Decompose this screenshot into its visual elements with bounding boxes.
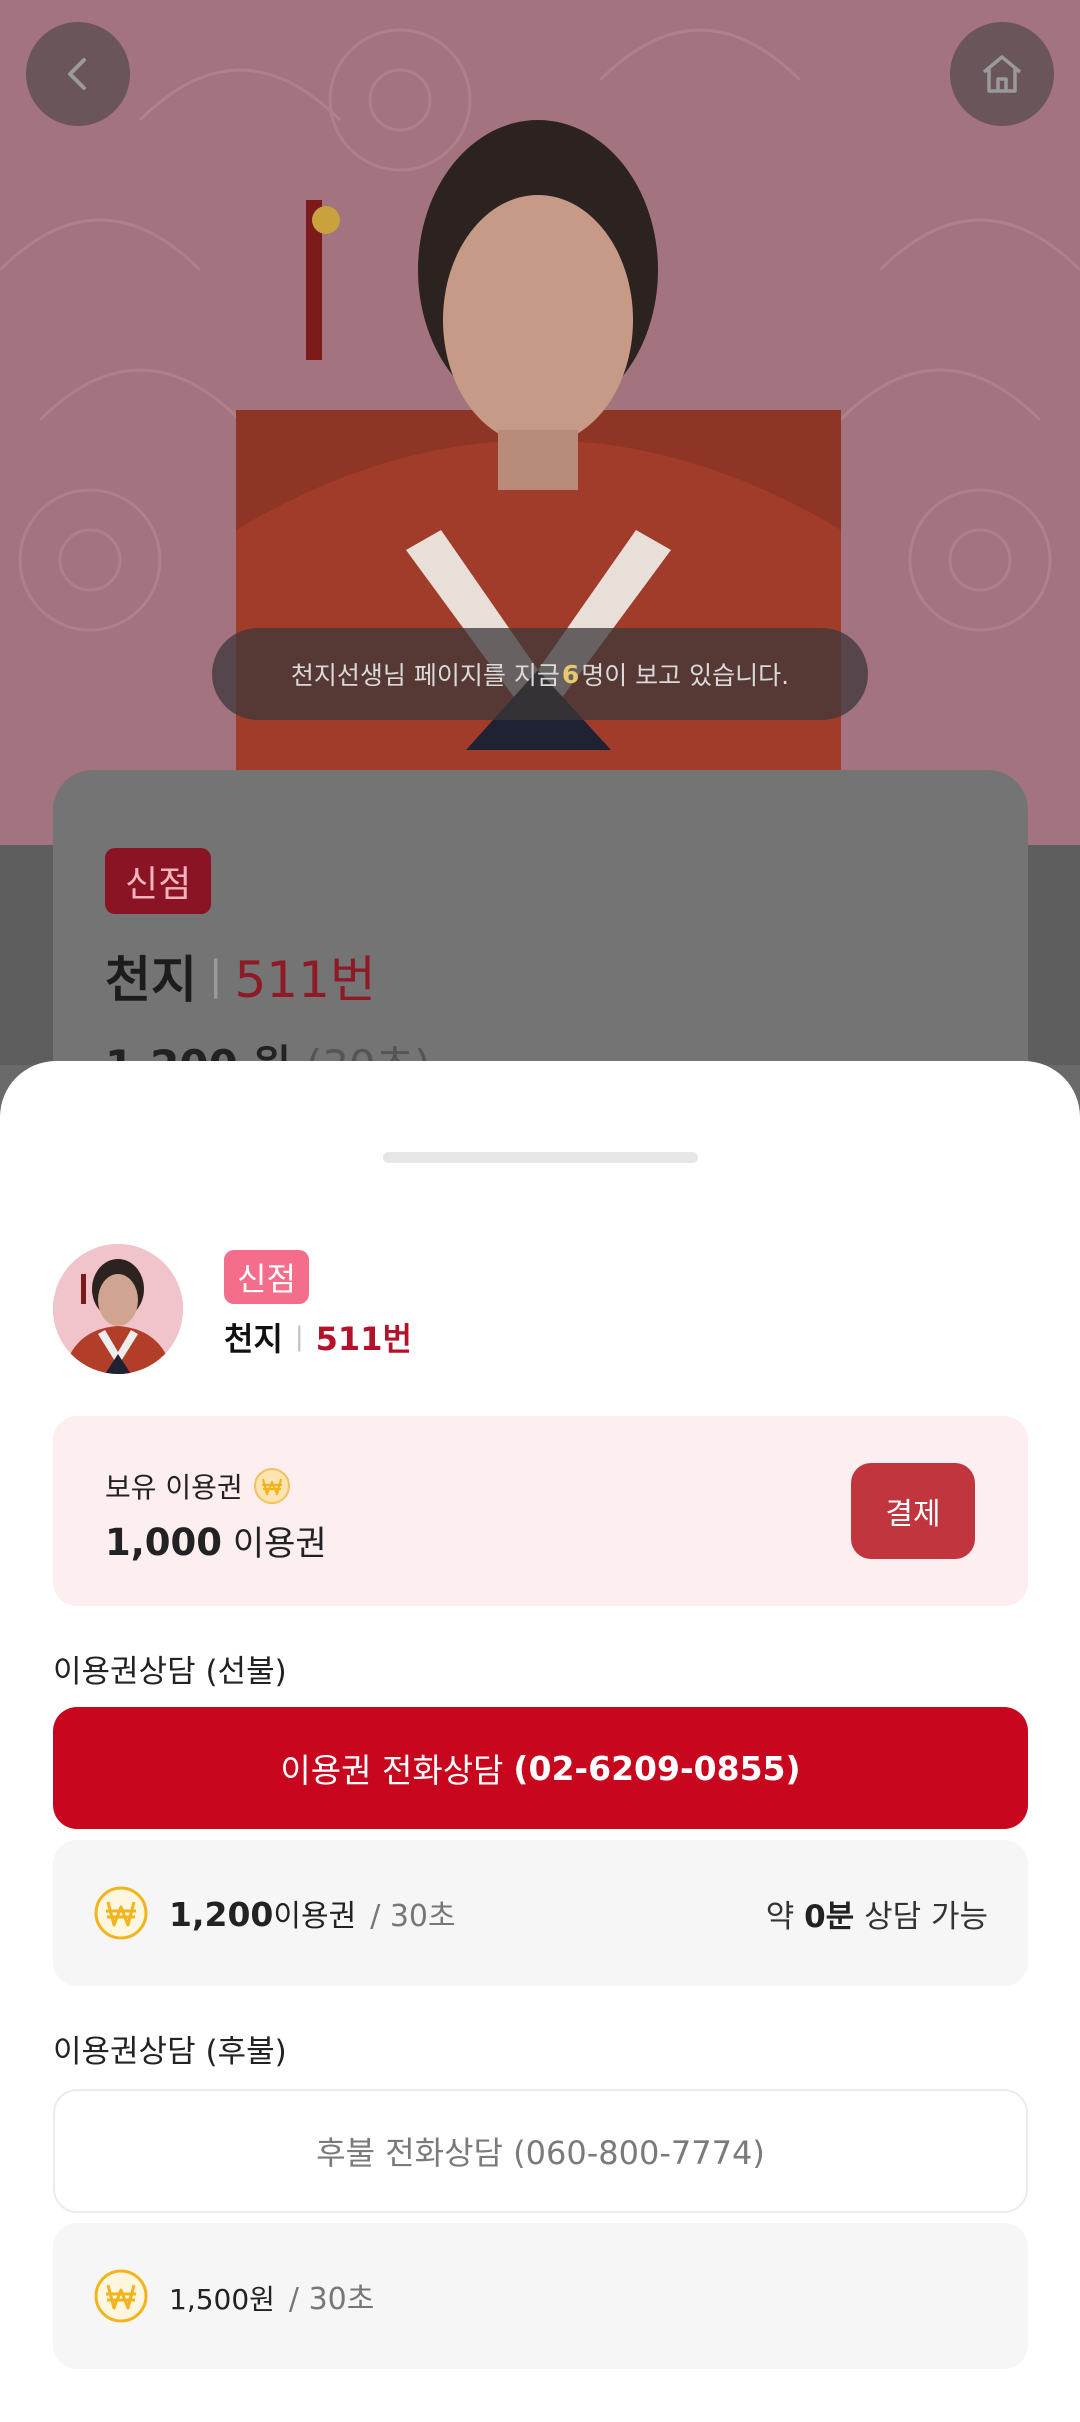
- counselor-info-card: 신점 천지 | 511번 1,200 원 (30초): [53, 770, 1028, 1100]
- postpaid-rate-box: 1,500원 / 30초: [53, 2223, 1028, 2369]
- viewer-text-after: 명이 보고 있습니다.: [581, 661, 790, 690]
- postpaid-call-button[interactable]: 후불 전화상담 (060-800-7774): [53, 2089, 1028, 2213]
- category-badge: 신점: [224, 1250, 309, 1304]
- postpaid-section-title: 이용권상담 (후불): [53, 2034, 287, 2070]
- profile-hero: 천지선생님 페이지를 지금 6 명이 보고 있습니다.: [0, 0, 1080, 845]
- avatar: [53, 1244, 183, 1374]
- prepaid-section-title: 이용권상담 (선불): [53, 1654, 287, 1690]
- prepaid-rate-per: / 30초: [370, 1899, 456, 1934]
- balance-value: 1,000 이용권: [105, 1516, 327, 1565]
- back-button[interactable]: [26, 22, 130, 126]
- back-icon: [68, 58, 86, 90]
- prepaid-rate-box: 1,200 이용권 / 30초 약 0분 상담 가능: [53, 1840, 1028, 1986]
- divider: |: [209, 953, 223, 999]
- pay-button[interactable]: 결제: [851, 1463, 975, 1559]
- viewer-count-notice: 천지선생님 페이지를 지금 6 명이 보고 있습니다.: [212, 628, 868, 720]
- prepaid-call-label: 이용권 전화상담: [280, 1751, 504, 1790]
- available-time: 약 0분 상담 가능: [766, 1891, 988, 1936]
- category-badge: 신점: [105, 848, 212, 914]
- coin-icon: [94, 2269, 148, 2323]
- avatar-portrait: [53, 1244, 183, 1374]
- avail-prefix: 약: [765, 1898, 795, 1935]
- viewer-text-before: 천지선생님 페이지를 지금: [290, 661, 560, 690]
- coin-icon: [253, 1468, 290, 1504]
- balance-unit: 이용권: [232, 1524, 327, 1564]
- consultation-bottom-sheet: 신점 천지 | 511번 보유 이용권 1,000 이용권 결제 이용권상담 (…: [0, 1061, 1080, 2422]
- coin-icon: [94, 1886, 148, 1940]
- counselor-name-row: 천지 | 511번: [224, 1314, 412, 1360]
- home-icon: [982, 55, 1022, 93]
- counselor-name: 천지: [105, 951, 197, 1009]
- prepaid-call-button[interactable]: 이용권 전화상담 (02-6209-0855): [53, 1707, 1028, 1829]
- divider: |: [294, 1322, 304, 1352]
- balance-label: 보유 이용권: [105, 1471, 243, 1504]
- balance-amount: 1,000: [105, 1521, 223, 1564]
- counselor-number: 511번: [234, 951, 376, 1009]
- voucher-balance-box: 보유 이용권 1,000 이용권 결제: [53, 1416, 1028, 1606]
- sheet-drag-handle[interactable]: [383, 1152, 698, 1163]
- prepaid-rate: 1,200 이용권 / 30초: [169, 1891, 456, 1935]
- postpaid-rate-amount: 1,500원: [169, 2283, 275, 2316]
- counselor-name: 천지: [224, 1320, 283, 1358]
- avail-suffix: 상담 가능: [864, 1898, 988, 1935]
- counselor-name-row: 천지 | 511번: [105, 940, 376, 1012]
- viewer-count: 6: [561, 659, 580, 689]
- home-button[interactable]: [950, 22, 1054, 126]
- prepaid-rate-unit: 이용권: [273, 1899, 357, 1934]
- prepaid-call-number: (02-6209-0855): [513, 1748, 801, 1788]
- balance-label-row: 보유 이용권: [105, 1466, 291, 1506]
- prepaid-rate-amount: 1,200: [169, 1895, 274, 1934]
- postpaid-rate-per: / 30초: [288, 2282, 375, 2317]
- avail-value: 0분: [804, 1898, 855, 1935]
- postpaid-rate: 1,500원 / 30초: [169, 2274, 374, 2318]
- counselor-number: 511번: [315, 1320, 412, 1358]
